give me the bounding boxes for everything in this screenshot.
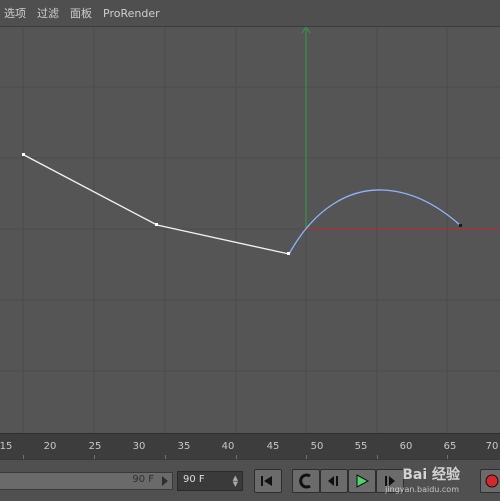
current-frame-field[interactable]: 90 F ▲ ▼ [177,471,243,491]
ruler-label: 45 [266,441,280,452]
ruler-label: 50 [310,441,324,452]
current-frame-value: 90 F [183,474,205,485]
slider-arrow-icon [162,476,168,486]
ruler-label: 40 [221,441,235,452]
ruler-label: 15 [0,441,13,452]
ruler-label: 65 [443,441,457,452]
curve-viewport[interactable] [0,27,500,433]
timeline-ruler[interactable]: 15 20 25 30 35 40 45 50 55 60 65 70 [0,433,500,460]
play-forward-button[interactable] [348,469,376,493]
watermark-url: jingyan.baidu.com [385,485,459,494]
spline-curve[interactable] [288,189,462,255]
ruler-label: 60 [399,441,413,452]
ruler-label: 20 [43,441,57,452]
keyframe-point[interactable] [155,223,158,226]
grid [0,27,500,433]
watermark-logo: Bai 经验 [402,467,460,483]
keyframe-point[interactable] [287,252,290,255]
keyframe-point[interactable] [22,153,25,156]
linear-curve[interactable] [23,154,290,255]
play-forward-icon [356,474,370,488]
menu-panel[interactable]: 面板 [66,5,99,21]
play-backward-icon [328,476,338,486]
menu-filter[interactable]: 过滤 [33,5,66,21]
ruler-label: 35 [177,441,191,452]
ruler-label: 70 [485,441,499,452]
playback-controls: 90 F 90 F ▲ ▼ Bai 经验 jingyan.baidu.com [0,459,500,501]
step-back-button[interactable] [292,469,320,493]
frame-range-value: 90 F [132,474,154,485]
frame-range-slider[interactable]: 90 F [0,472,173,490]
record-icon [485,474,499,488]
spinner-icon[interactable]: ▲ ▼ [233,475,238,488]
keyframe-point[interactable] [459,224,462,227]
menu-options[interactable]: 选项 [0,5,33,21]
step-back-icon [299,473,311,489]
play-backward-button[interactable] [320,469,348,493]
menu-bar: 选项 过滤 面板 ProRender [0,0,500,27]
go-to-start-icon [261,476,272,486]
record-button[interactable] [480,469,500,493]
ruler-label: 25 [88,441,102,452]
go-to-start-button[interactable] [254,469,282,493]
menu-prorender[interactable]: ProRender [99,7,167,20]
curve-canvas[interactable] [0,27,500,433]
ruler-label: 55 [354,441,368,452]
ruler-label: 30 [132,441,146,452]
